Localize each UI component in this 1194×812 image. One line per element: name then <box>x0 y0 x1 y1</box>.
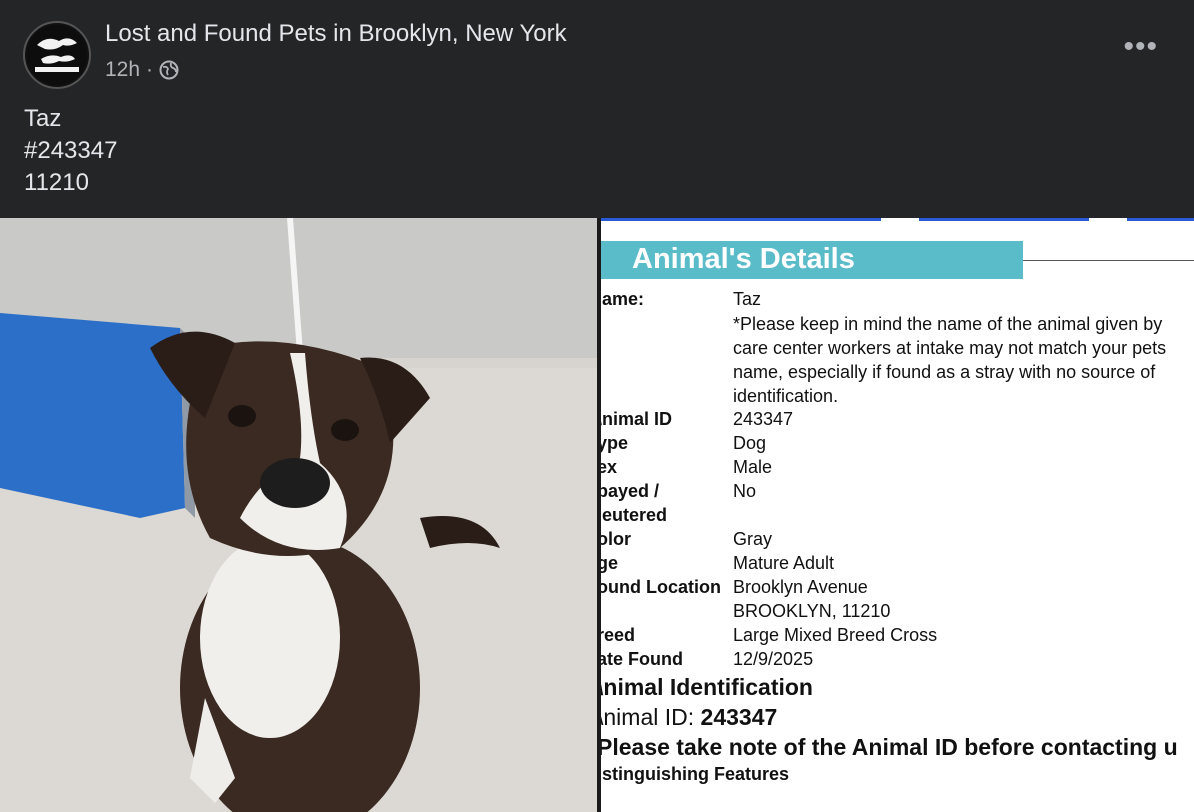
name-disclaimer: *Please keep in mind the name of the ani… <box>733 314 1167 406</box>
dog-photo[interactable] <box>0 218 598 812</box>
post-text-line[interactable]: #243347 <box>24 135 117 167</box>
field-value: Mature Adult <box>733 553 835 573</box>
field-label: leutered <box>601 505 668 525</box>
field-value: BROOKLYN, 11210 <box>733 601 891 621</box>
doc-top-links <box>601 218 1194 222</box>
post-header: Lost and Found Pets in Brooklyn, New Yor… <box>0 0 1194 218</box>
link-underline <box>1127 218 1194 221</box>
details-title: Animal's Details <box>632 243 855 275</box>
distinguishing-features-label: istinguishing Features <box>601 764 790 784</box>
more-options-button[interactable]: ••• <box>1123 32 1158 62</box>
field-value: No <box>733 481 757 501</box>
field-value-name: Taz <box>733 289 762 309</box>
field-value: Large Mixed Breed Cross <box>733 625 938 645</box>
field-value: 12/9/2025 <box>733 649 814 669</box>
link-underline <box>601 218 881 221</box>
field-value: Gray <box>733 529 773 549</box>
animal-id-line: \nimal ID: 243347 <box>601 704 777 731</box>
identification-heading: \nimal Identification <box>601 674 813 700</box>
animal-id-prefix: \nimal ID: <box>601 704 701 730</box>
dog-photo-image <box>0 218 598 812</box>
field-value: Male <box>733 457 773 477</box>
field-value: Brooklyn Avenue <box>733 577 868 597</box>
field-label-name: lame: <box>601 289 645 309</box>
post-timestamp[interactable]: 12h <box>105 58 140 82</box>
field-label: olor <box>601 529 631 549</box>
field-label: reed <box>601 625 636 645</box>
page-name-link[interactable]: Lost and Found Pets in Brooklyn, New Yor… <box>105 20 567 48</box>
field-label: ound Location <box>601 577 721 597</box>
field-label: ex <box>601 457 618 477</box>
field-value: 243347 <box>733 409 794 429</box>
field-label: \nimal ID <box>601 409 673 429</box>
field-label: ge <box>601 553 619 573</box>
field-label: ype <box>601 433 629 453</box>
post-text-line: 11210 <box>24 169 89 196</box>
field-label: payed / <box>601 481 660 501</box>
link-underline <box>919 218 1089 221</box>
field-value: Dog <box>733 433 767 453</box>
animal-details-screenshot[interactable]: Animal's Details lame: Taz *Please keep … <box>601 218 1194 812</box>
banner-rule <box>1023 260 1194 261</box>
page-logo-icon <box>27 25 87 85</box>
contact-notice: Please take note of the Animal ID before… <box>601 734 1178 760</box>
post-meta: 12h · <box>105 58 179 82</box>
post-text-line: Taz <box>24 105 62 132</box>
post-text: Taz #243347 11210 <box>24 103 117 199</box>
animal-id-value: 243347 <box>700 704 778 730</box>
page-avatar[interactable] <box>23 21 91 89</box>
field-label: ate Found <box>601 649 683 669</box>
globe-icon[interactable] <box>159 60 179 80</box>
meta-separator: · <box>146 58 154 81</box>
